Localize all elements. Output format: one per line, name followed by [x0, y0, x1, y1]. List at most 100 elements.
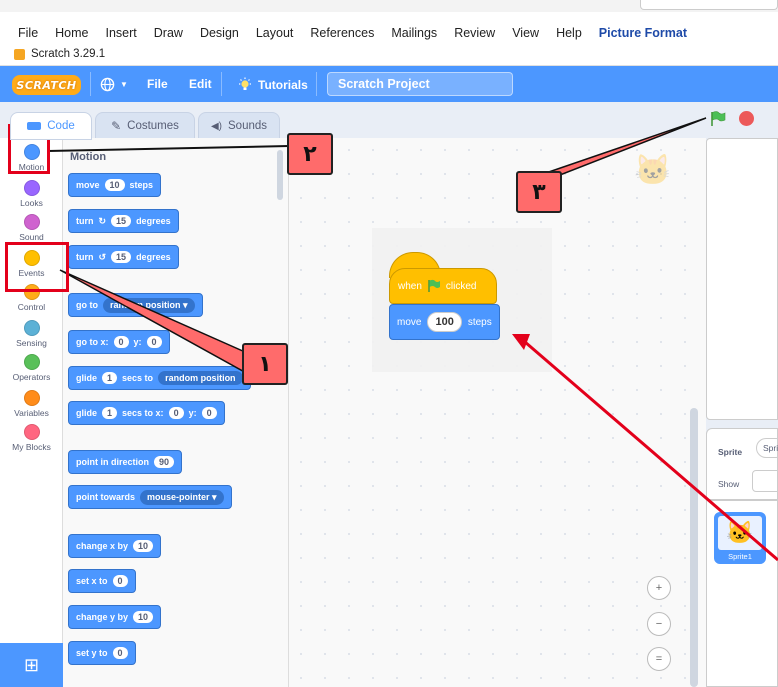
menu-separator: [90, 72, 91, 96]
block-input[interactable]: 90: [154, 456, 175, 468]
block-input[interactable]: 10: [104, 179, 125, 191]
stop-button[interactable]: [739, 111, 754, 126]
block-text: glide: [76, 408, 98, 418]
word-menu-references[interactable]: References: [310, 26, 374, 40]
block-input[interactable]: 0: [146, 336, 162, 348]
category-operators[interactable]: Operators: [0, 354, 63, 382]
when-flag-clicked-block[interactable]: when clicked: [389, 268, 497, 304]
zoom-reset-button[interactable]: =: [647, 647, 671, 671]
block-dropdown[interactable]: random position: [158, 371, 243, 385]
category-label: Looks: [20, 198, 43, 208]
block-input[interactable]: 0: [113, 336, 129, 348]
tab-costumes[interactable]: ✎ Costumes: [95, 112, 195, 140]
scratch-menubar: SCRATCH ▼ File Edit Tutorials Scratch Pr…: [0, 66, 778, 102]
word-menu-layout[interactable]: Layout: [256, 26, 294, 40]
block-turn-left[interactable]: turn ↺ 15 degrees: [68, 245, 179, 269]
block-text: move: [76, 180, 100, 190]
language-menu[interactable]: ▼: [100, 77, 128, 92]
tab-code[interactable]: Code: [10, 112, 92, 140]
word-menu-insert[interactable]: Insert: [106, 26, 137, 40]
word-menu-draw[interactable]: Draw: [154, 26, 183, 40]
highlight-events-category: [5, 242, 69, 292]
word-menu-picture-format[interactable]: Picture Format: [599, 26, 687, 40]
block-input[interactable]: 1: [102, 372, 118, 384]
block-input[interactable]: 1: [102, 407, 118, 419]
block-input[interactable]: 10: [133, 611, 154, 623]
word-menu-design[interactable]: Design: [200, 26, 239, 40]
stage[interactable]: [706, 138, 778, 420]
block-text: set x to: [76, 576, 108, 586]
zoom-in-button[interactable]: +: [647, 576, 671, 600]
block-point-towards[interactable]: point towards mouse-pointer ▾: [68, 485, 232, 509]
block-input[interactable]: 0: [168, 407, 184, 419]
block-input[interactable]: 0: [201, 407, 217, 419]
sprite-name-input[interactable]: Sprite1: [756, 438, 778, 458]
block-input[interactable]: 0: [112, 575, 128, 587]
block-glide-random[interactable]: glide 1 secs to random position: [68, 366, 251, 390]
block-text: glide: [76, 373, 98, 383]
sprite-thumbnail-name: Sprite1: [728, 552, 752, 561]
tab-sounds[interactable]: ◀) Sounds: [198, 112, 280, 140]
script-area-scrollbar[interactable]: [690, 408, 698, 687]
tutorials-menu[interactable]: Tutorials: [237, 77, 308, 93]
word-menu-help[interactable]: Help: [556, 26, 582, 40]
block-text: move: [397, 316, 422, 328]
block-input[interactable]: 15: [111, 215, 132, 227]
project-title-input[interactable]: Scratch Project: [327, 72, 513, 96]
sprite-thumbnail[interactable]: 🐱 Sprite1: [714, 512, 766, 564]
blocks-palette: Motion move 10 steps turn ↻ 15 degrees t…: [63, 138, 289, 687]
category-variables[interactable]: Variables: [0, 390, 63, 418]
word-menu-home[interactable]: Home: [55, 26, 88, 40]
word-menu-view[interactable]: View: [512, 26, 539, 40]
code-block-icon: [27, 122, 42, 130]
word-ribbon: File Home Insert Draw Design Layout Refe…: [0, 0, 778, 44]
move-100-steps-block[interactable]: move 100 steps: [389, 304, 500, 340]
block-input[interactable]: 100: [427, 312, 462, 332]
zoom-out-icon: −: [655, 618, 663, 630]
callout-number-1: ١: [242, 343, 288, 385]
tutorials-label: Tutorials: [258, 78, 308, 92]
block-go-to[interactable]: go to random position ▾: [68, 293, 203, 317]
block-go-to-xy[interactable]: go to x: 0 y: 0: [68, 330, 170, 354]
block-turn-right[interactable]: turn ↻ 15 degrees: [68, 209, 179, 233]
show-label: Show: [718, 479, 740, 489]
category-label: Control: [17, 302, 46, 312]
palette-scrollbar[interactable]: [277, 150, 283, 200]
word-menu-file[interactable]: File: [18, 26, 38, 40]
block-text: secs to x:: [122, 408, 164, 418]
add-extension-button[interactable]: ⊞: [0, 643, 63, 687]
block-point-direction[interactable]: point in direction 90: [68, 450, 183, 474]
category-dot-icon: [23, 424, 40, 440]
word-search-box[interactable]: [640, 0, 778, 10]
dropdown-value: random position: [110, 299, 181, 310]
category-sound[interactable]: Sound: [0, 214, 63, 242]
category-sensing[interactable]: Sensing: [0, 320, 63, 348]
callout-number-3: ٣: [516, 171, 562, 213]
block-glide-xy[interactable]: glide 1 secs to x: 0 y: 0: [68, 401, 225, 425]
file-menu[interactable]: File: [147, 77, 168, 91]
show-toggle[interactable]: [752, 470, 778, 492]
block-change-y[interactable]: change y by 10: [68, 605, 162, 629]
edit-menu[interactable]: Edit: [189, 77, 212, 91]
block-move-steps[interactable]: move 10 steps: [68, 173, 162, 197]
category-sidebar: Motion Looks Sound Events Control Sensin…: [0, 138, 63, 687]
block-dropdown[interactable]: random position ▾: [103, 297, 195, 313]
block-input[interactable]: 10: [133, 540, 154, 552]
block-text: turn: [76, 252, 94, 262]
word-menu-mailings[interactable]: Mailings: [391, 26, 437, 40]
block-dropdown[interactable]: mouse-pointer ▾: [140, 489, 224, 505]
script-area[interactable]: [289, 138, 706, 687]
green-flag-button[interactable]: [710, 111, 726, 127]
block-set-y[interactable]: set y to 0: [68, 641, 136, 665]
block-set-x[interactable]: set x to 0: [68, 569, 136, 593]
category-label: Sound: [19, 232, 44, 242]
category-looks[interactable]: Looks: [0, 180, 63, 208]
zoom-out-button[interactable]: −: [647, 612, 671, 636]
zoom-reset-icon: =: [655, 653, 663, 665]
block-change-x[interactable]: change x by 10: [68, 534, 162, 558]
block-input[interactable]: 0: [112, 647, 128, 659]
scratch-logo[interactable]: SCRATCH: [12, 75, 81, 95]
block-input[interactable]: 15: [111, 251, 132, 263]
word-menu-review[interactable]: Review: [454, 26, 495, 40]
category-my-blocks[interactable]: My Blocks: [0, 424, 63, 452]
